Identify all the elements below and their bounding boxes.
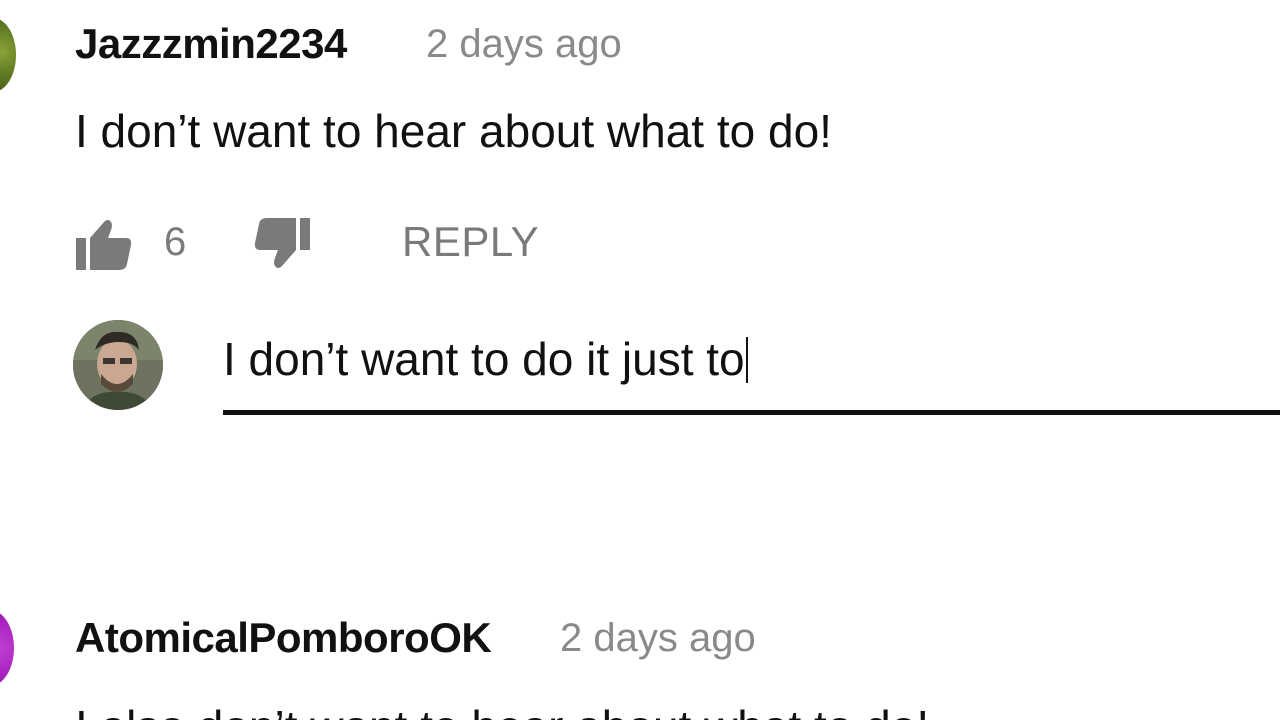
comments-section: Jazzzmin2234 2 days ago I don’t want to … (0, 0, 1280, 720)
reply-composer: I don’t want to do it just to (223, 326, 1280, 416)
commenter-avatar[interactable] (0, 610, 14, 686)
comment-text: I don’t want to hear about what to do! (75, 105, 832, 157)
thumbs-down-icon[interactable] (252, 216, 312, 272)
thumbs-up-icon[interactable] (74, 216, 134, 272)
like-count: 6 (164, 220, 187, 264)
comment-author[interactable]: Jazzzmin2234 (75, 20, 347, 68)
comment-author[interactable]: AtomicalPomboroOK (75, 614, 492, 662)
reply-button[interactable]: REPLY (402, 218, 539, 266)
comment-timestamp[interactable]: 2 days ago (560, 616, 756, 661)
input-underline (223, 410, 1280, 415)
comment-text: I also don’t want to hear about what to … (75, 700, 929, 720)
commenter-avatar[interactable] (0, 18, 16, 92)
reply-input[interactable] (223, 326, 1280, 400)
comment-timestamp[interactable]: 2 days ago (426, 22, 622, 67)
user-avatar[interactable] (73, 320, 163, 410)
